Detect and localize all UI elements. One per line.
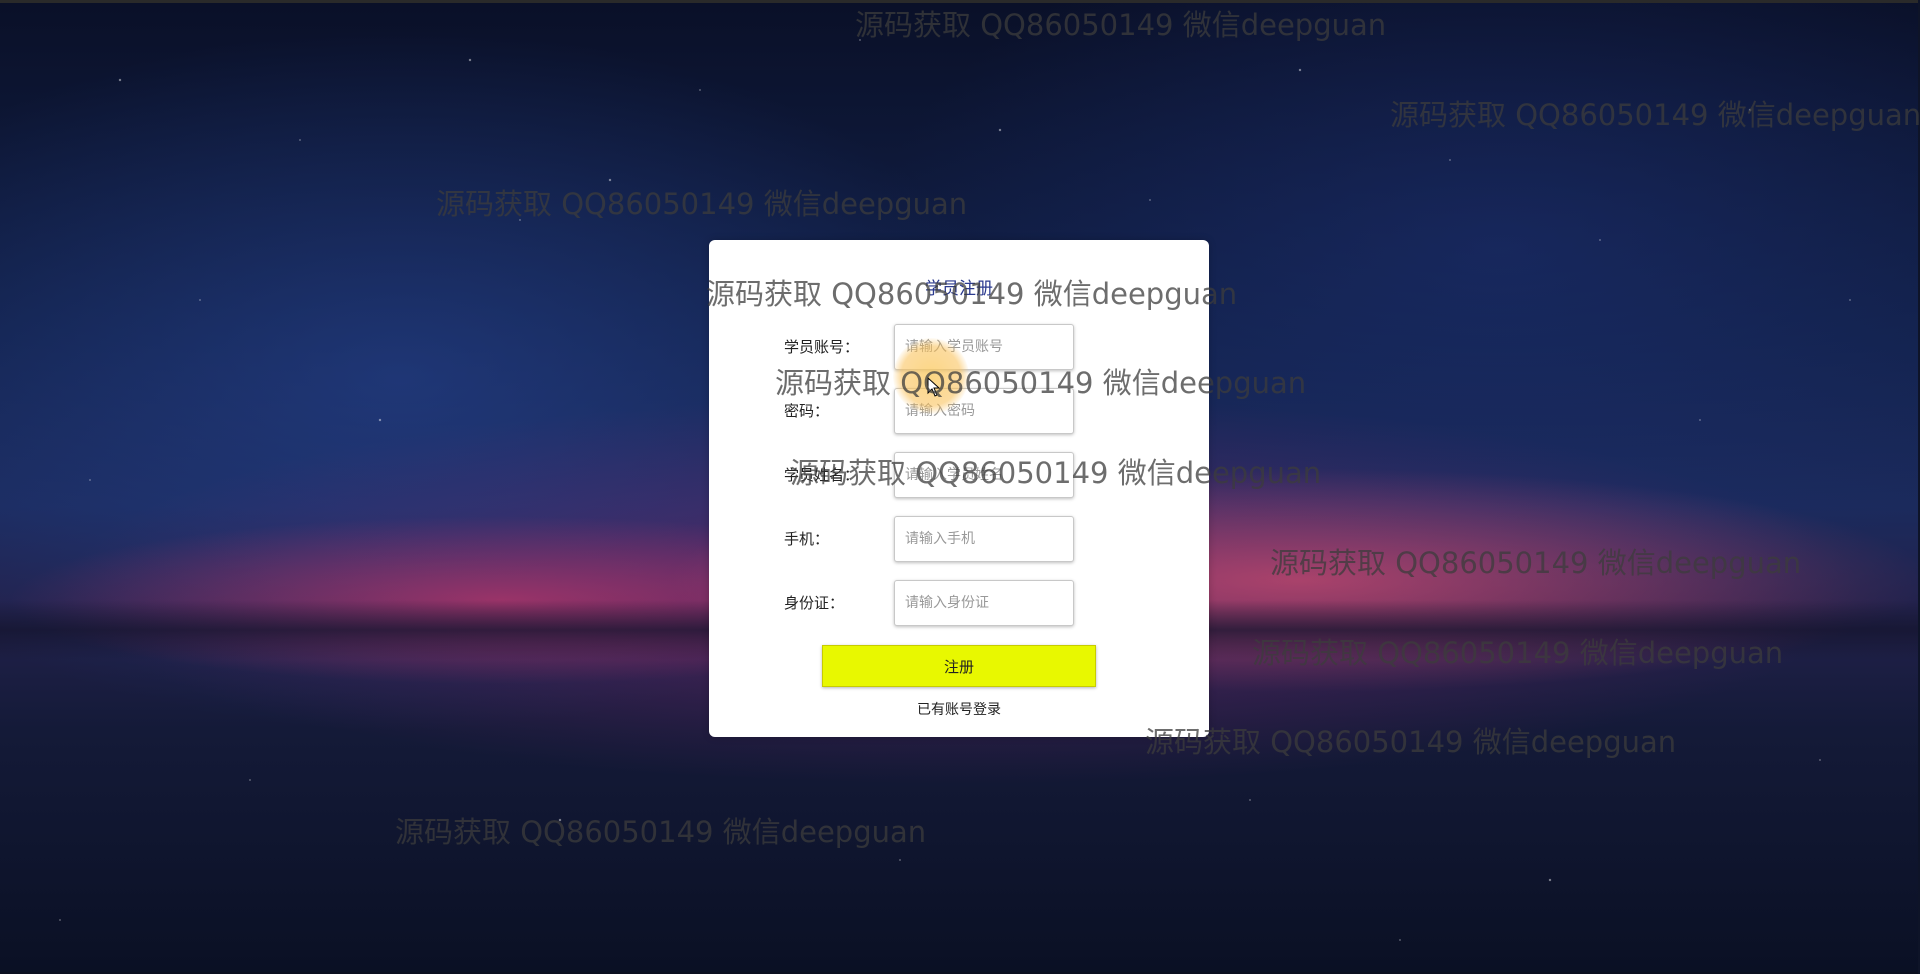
name-input[interactable] [894,452,1074,498]
mouse-pointer-icon [927,377,941,397]
id-card-input[interactable] [894,580,1074,626]
password-label: 密码： [784,402,830,420]
account-label: 学员账号： [784,338,860,356]
page-title: 学员注册 [925,279,993,299]
id-card-label: 身份证： [784,594,845,612]
top-border [0,0,1920,3]
cursor-highlight [893,338,969,414]
field-row-name: 学员姓名： [784,452,1134,498]
page-background: 学员注册 学员账号： 密码： 学员姓名： 手机： 身份证： 注册 已有账号登录 … [0,0,1920,974]
phone-input[interactable] [894,516,1074,562]
phone-label: 手机： [784,530,830,548]
register-button[interactable]: 注册 [822,645,1096,687]
name-label: 学员姓名： [784,466,860,484]
field-row-id-card: 身份证： [784,580,1134,626]
login-link[interactable]: 已有账号登录 [709,699,1209,719]
register-panel: 学员注册 学员账号： 密码： 学员姓名： 手机： 身份证： 注册 已有账号登录 [709,240,1209,737]
field-row-phone: 手机： [784,516,1134,562]
